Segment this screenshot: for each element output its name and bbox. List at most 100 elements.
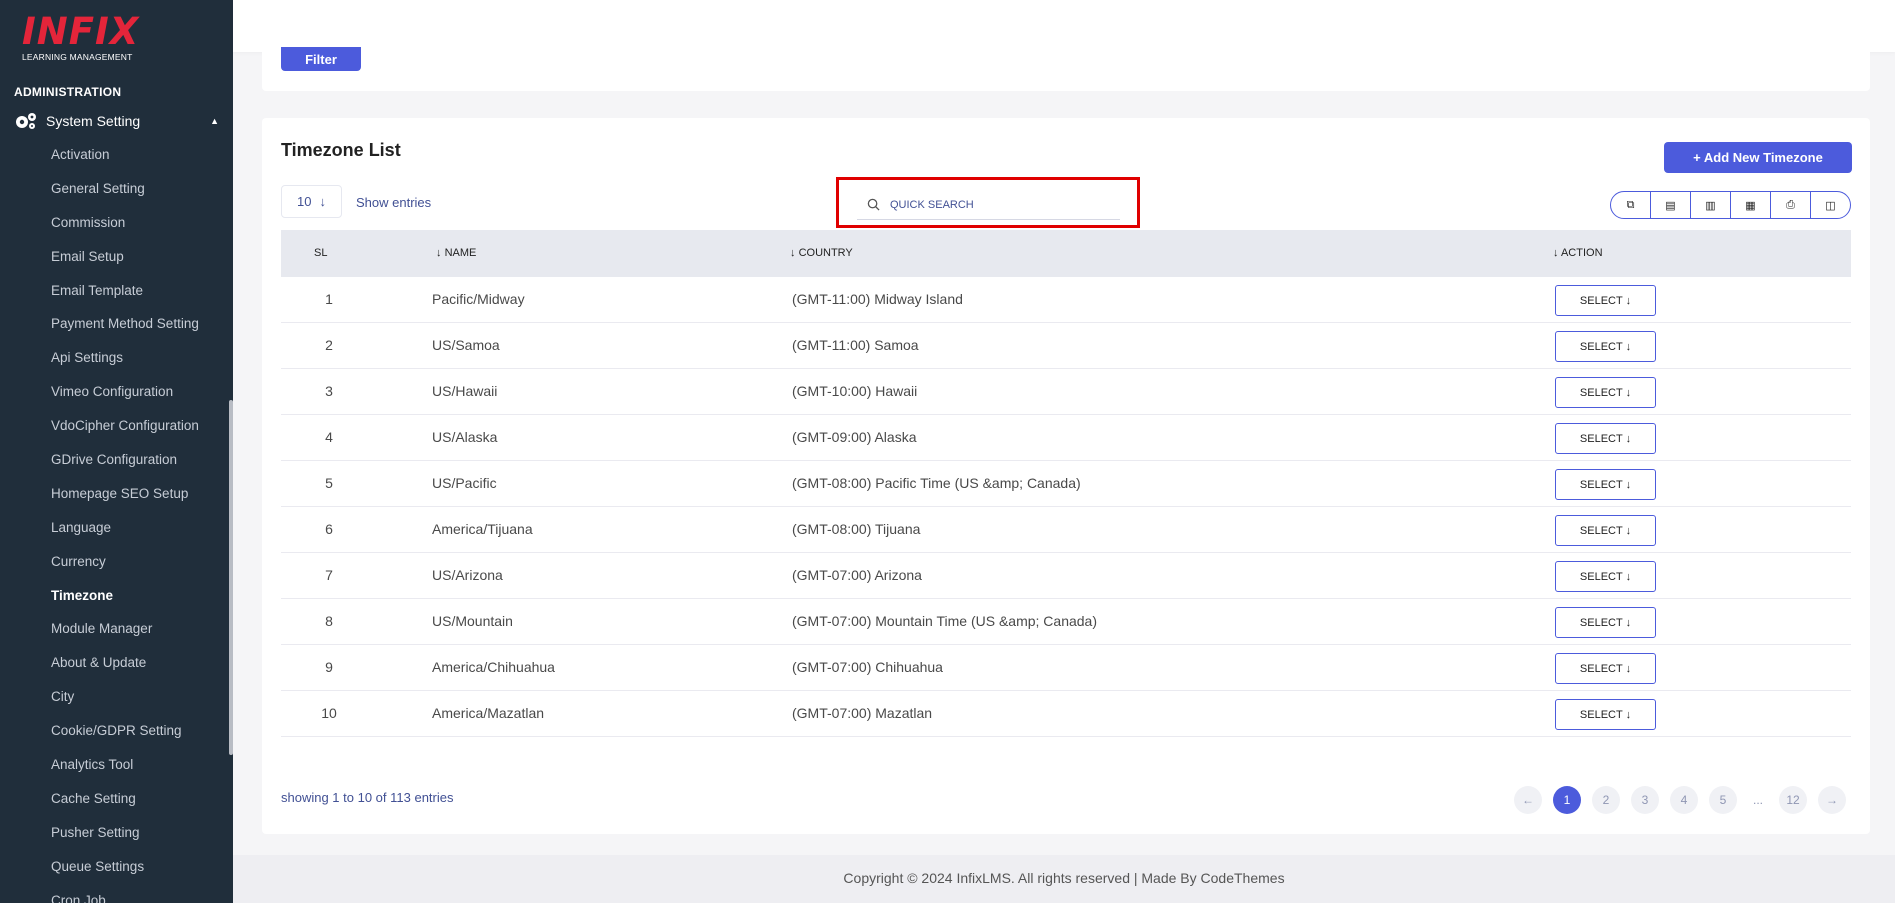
column-header-name[interactable]: ↓ NAME — [436, 247, 476, 259]
arrow-down-icon: ↓ — [1622, 524, 1632, 537]
sidebar-item[interactable]: Commission — [51, 213, 199, 247]
cell-sl: 5 — [325, 475, 333, 491]
filter-card — [262, 0, 1870, 91]
sidebar-item[interactable]: Cron Job — [51, 891, 199, 903]
copy-icon[interactable]: ⧉ — [1611, 192, 1651, 218]
page-button[interactable]: 12 — [1779, 786, 1807, 814]
sidebar-item[interactable]: GDrive Configuration — [51, 450, 199, 484]
select-label: SELECT — [1579, 386, 1623, 399]
sidebar-item[interactable]: Module Manager — [51, 619, 199, 653]
page-button[interactable]: 5 — [1709, 786, 1737, 814]
copyright-text: Copyright © 2024 InfixLMS. All rights re… — [843, 870, 1285, 886]
sidebar-item[interactable]: Analytics Tool — [51, 755, 199, 789]
cell-name: US/Samoa — [432, 337, 500, 353]
prev-page-icon[interactable]: ← — [1514, 786, 1542, 814]
sidebar-item[interactable]: Pusher Setting — [51, 823, 199, 857]
sidebar-item[interactable]: VdoCipher Configuration — [51, 416, 199, 450]
sidebar-item[interactable]: Activation — [51, 145, 199, 179]
sidebar-parent-label: System Setting — [46, 113, 141, 129]
cell-country: (GMT-08:00) Tijuana — [792, 521, 921, 537]
column-header-action[interactable]: ↓ ACTION — [1553, 247, 1603, 259]
entries-value: 10 — [297, 194, 312, 209]
sidebar-item[interactable]: Queue Settings — [51, 857, 199, 891]
select-label: SELECT — [1579, 662, 1623, 675]
cell-name: America/Chihuahua — [432, 659, 555, 675]
select-action-button[interactable]: SELECT ↓ — [1555, 377, 1656, 408]
print-icon[interactable]: ⎙ — [1771, 192, 1811, 218]
column-header-sl[interactable]: SL — [314, 247, 327, 259]
excel-icon[interactable]: ▤ — [1651, 192, 1691, 218]
table-header: SL ↓ NAME ↓ COUNTRY ↓ ACTION — [281, 230, 1851, 277]
table-row: 5 US/Pacific (GMT-08:00) Pacific Time (US … — [281, 461, 1851, 507]
sidebar-section-title: ADMINISTRATION — [14, 85, 122, 99]
column-header-country[interactable]: ↓ COUNTRY — [790, 247, 853, 259]
plus-icon: + — [1693, 150, 1704, 165]
caret-up-icon: ▲ — [210, 116, 219, 126]
sidebar-item[interactable]: General Setting — [51, 179, 199, 213]
sidebar-item[interactable]: Cookie/GDPR Setting — [51, 721, 199, 755]
sidebar-item[interactable]: Currency — [51, 552, 199, 586]
arrow-down-icon: ↓ — [1622, 340, 1632, 353]
pdf-icon[interactable]: ▦ — [1731, 192, 1771, 218]
sidebar-scrollbar[interactable] — [229, 400, 233, 755]
select-action-button[interactable]: SELECT ↓ — [1555, 423, 1656, 454]
cell-name: US/Pacific — [432, 475, 497, 491]
table-row: 7 US/Arizona (GMT-07:00) Arizona SELECT ↓ — [281, 553, 1851, 599]
sidebar-item[interactable]: City — [51, 687, 199, 721]
quick-search-input[interactable] — [890, 198, 1090, 211]
cell-sl: 1 — [325, 291, 333, 307]
select-action-button[interactable]: SELECT ↓ — [1555, 699, 1656, 730]
arrow-down-icon: ↓ — [1622, 570, 1632, 583]
select-action-button[interactable]: SELECT ↓ — [1555, 561, 1656, 592]
filter-button[interactable]: Filter — [281, 47, 361, 71]
quick-search[interactable] — [857, 190, 1120, 220]
cell-country: (GMT-08:00) Pacific Time (US &amp; Canad… — [792, 475, 1081, 491]
sidebar-item[interactable]: Payment Method Setting — [51, 314, 199, 348]
cell-name: US/Alaska — [432, 429, 498, 445]
select-action-button[interactable]: SELECT ↓ — [1555, 607, 1656, 638]
cell-country: (GMT-07:00) Arizona — [792, 567, 922, 583]
select-action-button[interactable]: SELECT ↓ — [1555, 331, 1656, 362]
sidebar-item[interactable]: Vimeo Configuration — [51, 382, 199, 416]
select-label: SELECT — [1579, 478, 1623, 491]
logo[interactable]: INFIX LEARNING MANAGEMENT — [22, 13, 142, 64]
columns-icon[interactable]: ◫ — [1811, 192, 1850, 218]
sidebar-item-system-setting[interactable]: System Setting ▲ — [14, 110, 219, 132]
cell-country: (GMT-07:00) Mountain Time (US &amp; Cana… — [792, 613, 1098, 629]
csv-icon[interactable]: ▥ — [1691, 192, 1731, 218]
sidebar-item[interactable]: About & Update — [51, 653, 199, 687]
page-button[interactable]: 3 — [1631, 786, 1659, 814]
sidebar-item[interactable]: Api Settings — [51, 348, 199, 382]
add-button-label: Add New Timezone — [1703, 150, 1823, 165]
select-action-button[interactable]: SELECT ↓ — [1555, 469, 1656, 500]
gears-icon — [16, 113, 36, 129]
page-title: Timezone List — [281, 140, 401, 160]
cell-sl: 7 — [325, 567, 333, 583]
sidebar-item[interactable]: Homepage SEO Setup — [51, 484, 199, 518]
sidebar-item[interactable]: Email Template — [51, 281, 199, 315]
sidebar-nav-list: Activation General Setting Commission Email… — [51, 145, 199, 903]
sidebar-item[interactable]: Timezone — [51, 586, 199, 620]
page-button[interactable]: 2 — [1592, 786, 1620, 814]
column-header-action-label: ACTION — [1560, 247, 1603, 259]
select-action-button[interactable]: SELECT ↓ — [1555, 285, 1656, 316]
cell-name: America/Tijuana — [432, 521, 533, 537]
pagination: ← 1 2 3 4 5... 12 → — [1514, 786, 1846, 814]
sidebar-item[interactable]: Email Setup — [51, 247, 199, 281]
select-label: SELECT — [1579, 616, 1623, 629]
arrow-down-icon: ↓ — [1622, 386, 1632, 399]
cell-name: US/Hawaii — [432, 383, 498, 399]
select-action-button[interactable]: SELECT ↓ — [1555, 653, 1656, 684]
cell-country: (GMT-07:00) Mazatlan — [792, 705, 933, 721]
add-new-timezone-button[interactable]: + Add New Timezone — [1664, 142, 1852, 173]
entries-per-page-select[interactable]: 10 ↓ — [281, 185, 342, 218]
cell-name: US/Mountain — [432, 613, 513, 629]
next-page-icon[interactable]: → — [1818, 786, 1846, 814]
table-row: 10 America/Mazatlan (GMT-07:00) Mazatlan SE… — [281, 691, 1851, 737]
select-action-button[interactable]: SELECT ↓ — [1555, 515, 1656, 546]
sidebar-item[interactable]: Language — [51, 518, 199, 552]
page-button[interactable]: 4 — [1670, 786, 1698, 814]
page-button[interactable]: 1 — [1553, 786, 1581, 814]
sidebar-item[interactable]: Cache Setting — [51, 789, 199, 823]
cell-country: (GMT-11:00) Samoa — [792, 337, 919, 353]
